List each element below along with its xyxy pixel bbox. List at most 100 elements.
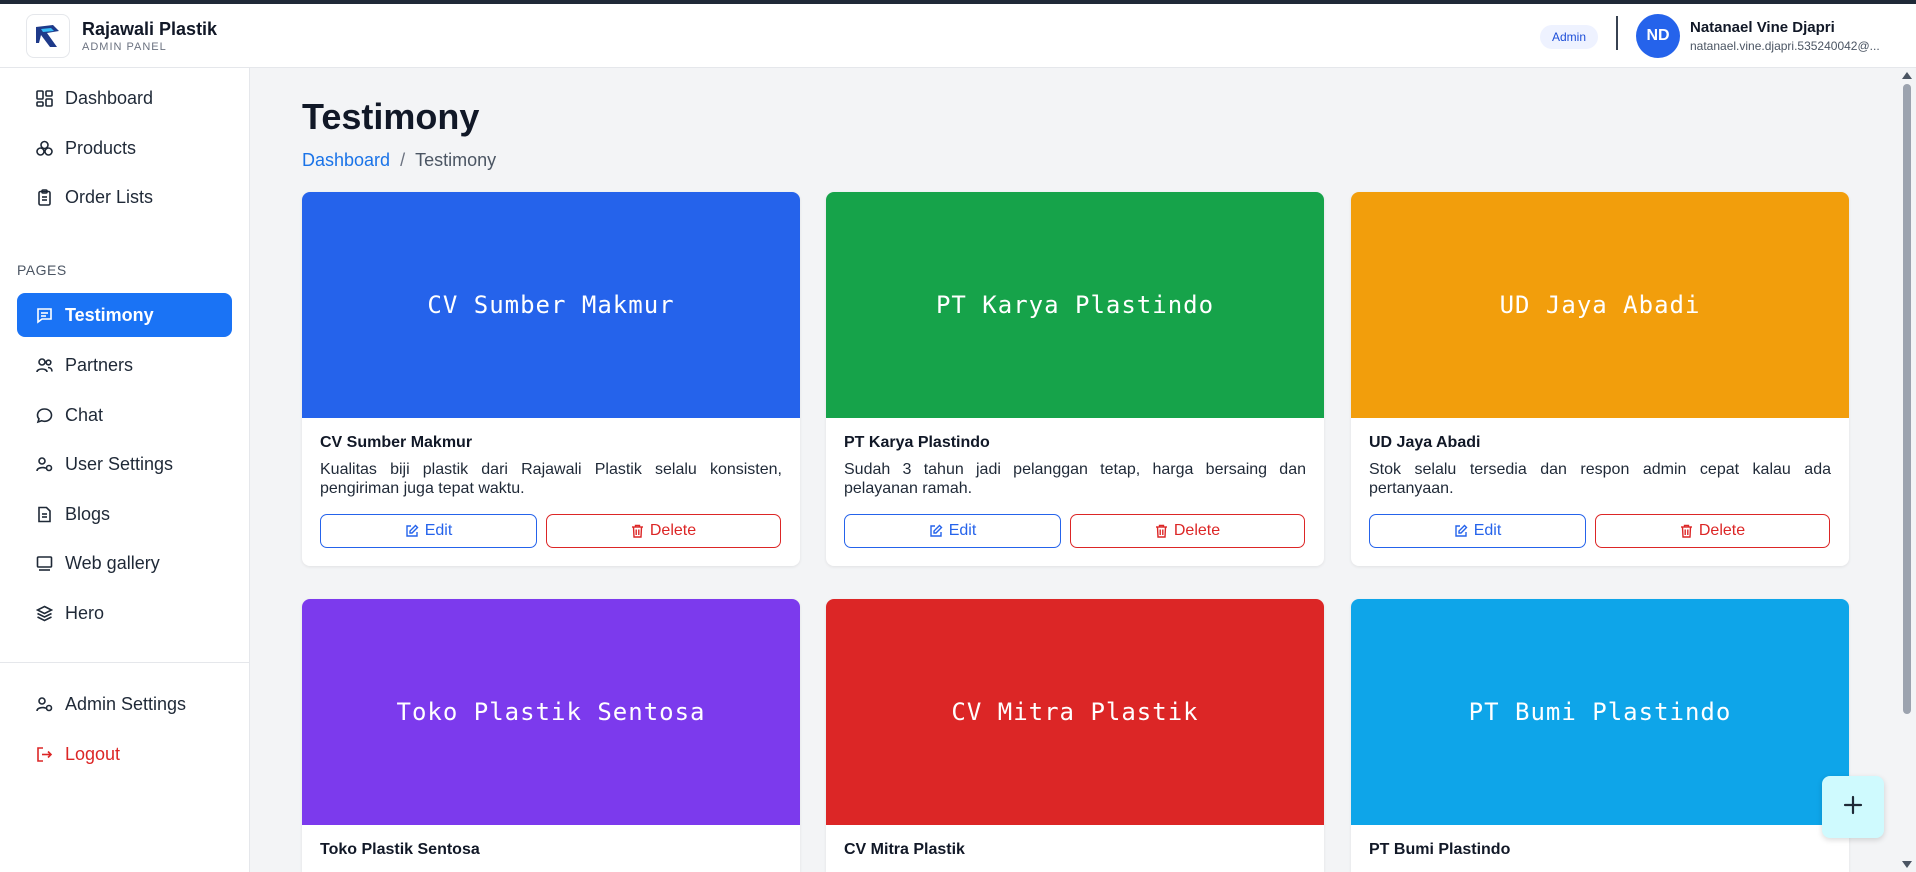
avatar[interactable]: ND (1636, 14, 1680, 58)
brand-logo-icon (26, 14, 70, 58)
sidebar-item-label: Products (65, 137, 137, 158)
sidebar-item-hero[interactable]: Hero (17, 591, 232, 635)
user-settings-icon (35, 455, 53, 473)
delete-button[interactable]: Delete (1595, 514, 1830, 548)
trash-icon (631, 524, 644, 538)
sidebar-item-products[interactable]: Products (17, 126, 232, 170)
sidebar-item-partners[interactable]: Partners (17, 343, 232, 387)
card-title: PT Karya Plastindo (844, 434, 990, 451)
sidebar-item-user-settings[interactable]: User Settings (17, 442, 232, 486)
document-icon (35, 505, 53, 523)
card-description: Kualitas biji plastik dari Rajawali Plas… (320, 461, 782, 497)
edit-label: Edit (948, 522, 977, 539)
sidebar-item-chat[interactable]: Chat (17, 393, 232, 437)
page-title: Testimony (302, 96, 480, 137)
brand[interactable]: Rajawali Plastik ADMIN PANEL (26, 14, 217, 58)
sidebar-item-label: Dashboard (65, 87, 154, 108)
delete-button[interactable]: Delete (1070, 514, 1305, 548)
delete-label: Delete (649, 522, 697, 539)
edit-button[interactable]: Edit (320, 514, 537, 548)
edit-icon (1454, 524, 1468, 538)
gallery-icon (35, 554, 53, 572)
user-name[interactable]: Natanael Vine Djapri (1690, 19, 1835, 36)
edit-button[interactable]: Edit (844, 514, 1061, 548)
chat-icon (35, 406, 53, 424)
brand-subtitle: ADMIN PANEL (82, 41, 167, 53)
sidebar-item-admin-settings[interactable]: Admin Settings (17, 682, 232, 726)
sidebar-item-label: Logout (65, 743, 121, 764)
card-title: CV Mitra Plastik (844, 841, 965, 858)
user-email: natanael.vine.djapri.535240042@... (1690, 39, 1880, 53)
header-divider (1616, 16, 1618, 50)
sidebar-item-order-lists[interactable]: Order Lists (17, 175, 232, 219)
edit-label: Edit (424, 522, 453, 539)
scroll-down-arrow-icon[interactable] (1902, 861, 1912, 868)
card-description: Stok selalu tersedia dan respon admin ce… (1369, 461, 1831, 497)
main-content: Testimony Dashboard / Testimony CV Sumbe… (251, 68, 1916, 872)
card-image: Toko Plastik Sentosa (302, 599, 800, 825)
testimony-card: PT Bumi Plastindo PT Bumi Plastindo (1351, 599, 1849, 872)
sidebar-item-web-gallery[interactable]: Web gallery (17, 541, 232, 585)
sidebar: Dashboard Products Order Lists PAGES Tes… (0, 68, 250, 872)
card-title: UD Jaya Abadi (1369, 434, 1481, 451)
sidebar-item-label: Order Lists (65, 186, 154, 207)
admin-settings-icon (35, 695, 53, 713)
breadcrumb-home-link[interactable]: Dashboard (302, 150, 390, 171)
card-image: CV Mitra Plastik (826, 599, 1324, 825)
plus-icon (1842, 794, 1864, 821)
sidebar-divider (0, 662, 249, 663)
page-scrollbar[interactable] (1898, 68, 1916, 872)
sidebar-item-label: Partners (65, 354, 134, 375)
trash-icon (1680, 524, 1693, 538)
scrollbar-thumb[interactable] (1903, 84, 1911, 714)
sidebar-item-logout[interactable]: Logout (17, 732, 232, 776)
testimony-card: PT Karya Plastindo PT Karya Plastindo Su… (826, 192, 1324, 566)
scroll-up-arrow-icon[interactable] (1902, 72, 1912, 79)
brand-name: Rajawali Plastik (82, 19, 218, 39)
products-icon (35, 139, 53, 157)
breadcrumb-separator: / (400, 150, 406, 170)
top-header: Rajawali Plastik ADMIN PANEL Admin ND Na… (0, 4, 1916, 68)
delete-button[interactable]: Delete (546, 514, 781, 548)
testimony-card: Toko Plastik Sentosa Toko Plastik Sentos… (302, 599, 800, 872)
card-title: PT Bumi Plastindo (1369, 841, 1511, 858)
sidebar-item-label: Blogs (65, 503, 111, 524)
card-title: CV Sumber Makmur (320, 434, 473, 451)
breadcrumb-current: Testimony (415, 150, 497, 170)
dashboard-icon (35, 89, 53, 107)
delete-label: Delete (1173, 522, 1221, 539)
clipboard-icon (35, 188, 53, 206)
trash-icon (1155, 524, 1168, 538)
edit-icon (929, 524, 943, 538)
sidebar-item-label: Hero (65, 602, 105, 623)
breadcrumb: Dashboard / Testimony (302, 150, 496, 171)
edit-icon (405, 524, 419, 538)
edit-label: Edit (1473, 522, 1502, 539)
layers-icon (35, 604, 53, 622)
add-testimony-button[interactable] (1822, 776, 1884, 838)
card-image: UD Jaya Abadi (1351, 192, 1849, 418)
card-image: CV Sumber Makmur (302, 192, 800, 418)
sidebar-item-blogs[interactable]: Blogs (17, 492, 232, 536)
sidebar-item-dashboard[interactable]: Dashboard (17, 76, 232, 120)
card-description: Sudah 3 tahun jadi pelanggan tetap, harg… (844, 461, 1306, 497)
edit-button[interactable]: Edit (1369, 514, 1586, 548)
message-icon (35, 306, 53, 324)
testimony-card: CV Sumber Makmur CV Sumber Makmur Kualit… (302, 192, 800, 566)
users-icon (35, 356, 53, 374)
sidebar-item-testimony[interactable]: Testimony (17, 293, 232, 337)
sidebar-item-label: User Settings (65, 453, 174, 474)
sidebar-item-label: Chat (65, 404, 104, 425)
sidebar-item-label: Web gallery (65, 552, 160, 573)
sidebar-section-label: PAGES (17, 262, 67, 278)
logout-icon (35, 745, 53, 763)
sidebar-item-label: Admin Settings (65, 693, 187, 714)
card-title: Toko Plastik Sentosa (320, 841, 480, 858)
testimony-card: CV Mitra Plastik CV Mitra Plastik (826, 599, 1324, 872)
sidebar-item-label: Testimony (65, 304, 154, 325)
testimony-card: UD Jaya Abadi UD Jaya Abadi Stok selalu … (1351, 192, 1849, 566)
role-badge: Admin (1540, 25, 1599, 49)
card-image: PT Bumi Plastindo (1351, 599, 1849, 825)
delete-label: Delete (1698, 522, 1746, 539)
card-image: PT Karya Plastindo (826, 192, 1324, 418)
